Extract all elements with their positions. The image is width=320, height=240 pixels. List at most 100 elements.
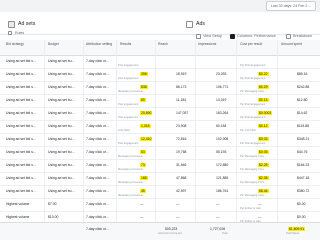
table-row[interactable]: Using ad set bid s… Using ad set bu… 7-day… [0,82,320,95]
cost-per-result-cell: $0.03 [258,137,269,141]
rules-label: Rules [15,30,25,35]
rules-button[interactable]: Rules [8,29,24,36]
table-row[interactable]: Highest volume $7.00 7-day click or… — — — — Pe… [0,199,320,212]
ads-icon [186,20,193,28]
total-reach: 500,223 [165,227,178,231]
reach-cell: 11,184 [176,98,187,102]
table-row[interactable]: Using ad set bid s… Using ad set bu… 7-day… [0,69,320,82]
table-row[interactable]: Using ad set bid s… Using ad set bu… 7-day… [0,160,320,173]
breakdown-button[interactable]: Breakdown [286,32,312,40]
col-bid-strategy[interactable]: Bid strategy [6,42,24,46]
reach-cell: — [176,215,180,219]
reach-cell: 42,597 [176,189,187,193]
table-totals-row: 7-day click or… 500,223 Accounts Centre … [0,222,320,240]
results-type-cell: Post engagement [118,77,139,80]
attribution-cell: 7-day click or… [86,215,110,219]
impressions-cell: 186,761 [216,189,229,193]
rules-icon [8,30,12,35]
attribution-cell: 7-day click or… [86,85,110,89]
col-amount-spent[interactable]: Amount spent [281,42,302,46]
col-results[interactable]: Results [120,42,131,46]
bid-strategy-cell: Using ad set bid s… [6,72,37,76]
view-setup-label: View Setup [203,34,223,38]
cost-per-result-cell-highlight: $2.25 [258,163,269,167]
attribution-cell: 7-day click or… [86,72,110,76]
results-cell: 12,410 [140,137,153,141]
cost-per-result-cell: $0.22 [258,72,269,76]
cost-per-result-cell: $2.25 [258,163,269,167]
col-impressions[interactable]: Impressions [198,42,216,46]
col-attribution[interactable]: Attribution setting [86,42,114,46]
bid-strategy-cell: Using ad set bid s… [6,176,37,180]
col-budget[interactable]: Budget [48,42,59,46]
cost-per-result-cell-highlight: $2.38 [258,176,269,180]
cost-per-result-type-cell: Per Post Engagement [240,116,266,119]
cost-per-result-cell-highlight: $0.29 [258,85,269,89]
attribution-cell: 7-day click or… [86,137,110,141]
col-cost-per-result[interactable]: Cost per result [240,42,262,46]
results-cell-highlight: 89 [140,98,146,102]
budget-cell: Using ad set bu… [48,85,75,89]
cost-per-result-type-cell: Per Messaging Conv… [240,90,267,93]
cost-per-result-type-cell: Per Messaging Conv… [240,194,267,197]
budget-cell: Using ad set bu… [48,176,75,180]
results-cell: 73 [140,163,146,167]
budget-cell: Using ad set bu… [48,189,75,193]
attribution-cell: 7-day click or… [86,111,110,115]
results-cell-highlight: 45 [140,189,146,193]
breakdown-icon [286,33,291,39]
results-cell: 1,018 [140,124,151,128]
bid-strategy-cell: Using ad set bid s… [6,59,37,63]
results-cell-highlight: 1,018 [140,124,151,128]
impressions-cell: 55,193 [216,150,227,154]
results-type-cell: Post engagement [118,142,139,145]
ad-sets-icon [8,20,15,28]
bid-strategy-cell: Using ad set bid s… [6,189,37,193]
impressions-cell: 102,908 [216,137,229,141]
table-row[interactable]: Using ad set bid s… Using ad set bu… 7-day… [0,186,320,199]
cost-per-result-type-cell: Per Post Engagement [240,77,266,80]
reach-cell: 147,057 [176,111,189,115]
table-row[interactable]: Using ad set bid s… Using ad set bu… 7-day… [0,121,320,134]
impressions-cell: 172,880 [216,163,229,167]
table-row[interactable]: Using ad set bid s… Using ad set bu… 7-day… [0,147,320,160]
tab-ad-sets-label: Ad sets [18,21,36,27]
reach-cell: 47,868 [176,176,187,180]
impressions-cell: 121,889 [216,176,229,180]
cost-per-result-type-cell: Per Post Engagement [240,142,266,145]
bid-strategy-cell: Using ad set bid s… [6,85,37,89]
attribution-cell: 7-day click or… [86,150,110,154]
reach-cell: 72,816 [176,137,187,141]
cost-per-result-cell: — [258,215,262,219]
cost-per-result-cell-highlight: $0.22 [258,72,269,76]
impressions-cell: 163,264 [216,111,229,115]
table-row[interactable]: Using ad set bid s… Using ad set bu… 7-day… [0,108,320,121]
budget-cell: Using ad set bu… [48,59,75,63]
cost-per-result-type-cell: Per Post Engagement [240,64,266,67]
table-row[interactable]: Using ad set bid s… Using ad set bu… 7-day… [0,56,320,69]
table-row[interactable]: Using ad set bid s… Using ad set bu… 7-day… [0,134,320,147]
cost-per-result-cell-highlight: $8.46 [258,189,269,193]
col-reach[interactable]: Reach [158,42,168,46]
bid-strategy-cell: Using ad set bid s… [6,137,37,141]
columns-label: Columns: Performance [237,34,276,38]
cost-per-result-cell: $8.46 [258,189,269,193]
amount-spent-cell: $0.00 [297,202,306,206]
cost-per-result-type-cell: Per Messaging Conv… [240,155,267,158]
reach-cell: 86,173 [176,85,187,89]
total-reach-note: Accounts Centre acc… [158,232,185,235]
cost-per-result-cell: $0.12 [258,124,269,128]
table-row[interactable]: Using ad set bid s… Using ad set bu… 7-day… [0,95,320,108]
total-amount-spent-note: Total Spent [286,232,299,235]
table-row[interactable]: Using ad set bid s… Using ad set bu… 7-day… [0,173,320,186]
columns-button[interactable]: Columns: Performance [230,32,276,40]
view-setup-button[interactable]: View Setup [196,32,222,40]
tab-ads[interactable]: Ads [186,18,205,30]
cost-per-result-cell: $2.38 [258,176,269,180]
impressions-cell: 106,771 [216,85,229,89]
cost-per-result-cell: $0.14 [258,98,269,102]
date-range-picker[interactable]: Last 30 days: 24 Feb 2… [265,1,316,11]
results-type-cell: Messaging conversat… [118,155,146,158]
bid-strategy-cell: Using ad set bid s… [6,111,37,115]
cost-per-result-type-cell: Per Messaging Conv… [240,181,267,184]
